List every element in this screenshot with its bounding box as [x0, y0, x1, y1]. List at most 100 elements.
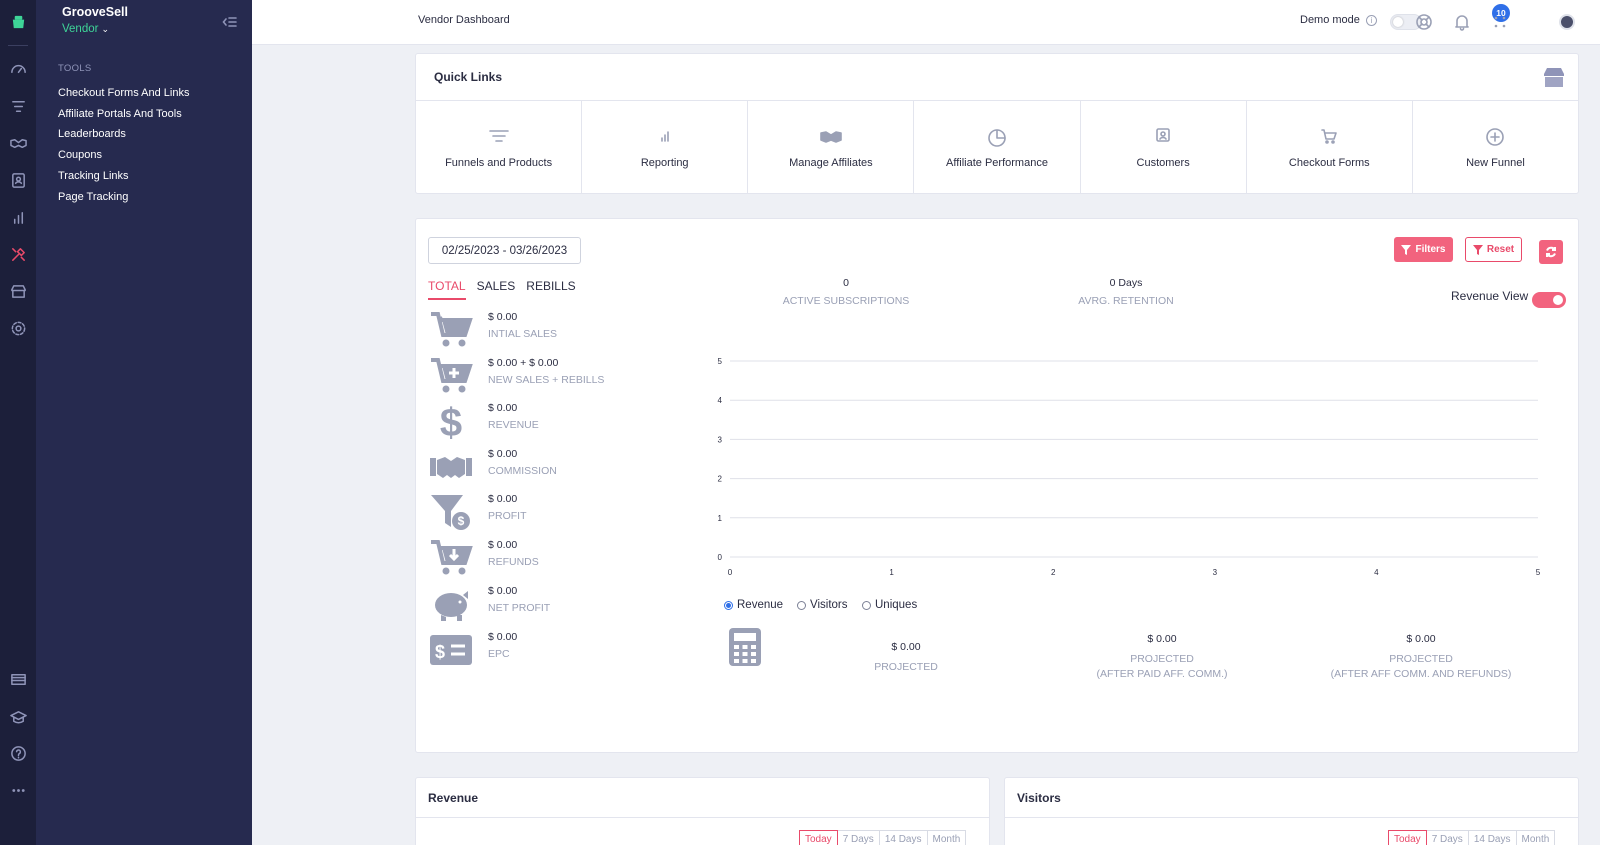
revenue-view-toggle[interactable]	[1532, 292, 1566, 308]
range-14-days[interactable]: 14 Days	[879, 830, 928, 845]
notification-bell-icon[interactable]	[1453, 13, 1471, 31]
cart-icon	[428, 311, 474, 349]
range-today[interactable]: Today	[799, 830, 838, 845]
app-brand: GrooveSell	[62, 5, 128, 19]
quick-link-checkout-forms[interactable]: Checkout Forms	[1247, 101, 1413, 194]
projection-label-group: PROJECTED (AFTER AFF COMM. AND REFUNDS)	[1316, 652, 1526, 682]
range-month[interactable]: Month	[927, 830, 967, 845]
funnel-list-icon[interactable]	[0, 95, 36, 117]
more-dots-icon[interactable]	[0, 779, 36, 801]
metric-value: $ 0.00	[488, 539, 518, 551]
refresh-icon	[1546, 246, 1556, 258]
quick-link-funnels[interactable]: Funnels and Products	[416, 101, 583, 194]
store-icon[interactable]	[1542, 66, 1566, 88]
role-label: Vendor	[62, 23, 99, 35]
radio-label: Visitors	[810, 599, 848, 611]
help-circle-icon[interactable]	[0, 742, 36, 764]
svg-text:$: $	[440, 402, 462, 440]
lifebuoy-support-icon[interactable]	[1415, 13, 1433, 31]
metric-label: REVENUE	[488, 419, 539, 431]
quick-link-reporting[interactable]: Reporting	[582, 101, 749, 194]
sidebar-item-coupons[interactable]: Coupons	[58, 149, 102, 161]
sidebar-item-page-tracking[interactable]: Page Tracking	[58, 191, 128, 203]
stat-value: 0 Days	[1109, 277, 1143, 289]
revenue-view-label: Revenue View	[1451, 289, 1529, 303]
range-7-days[interactable]: 7 Days	[1426, 830, 1469, 845]
metric-label: REFUNDS	[488, 556, 539, 568]
x-tick-label: 2	[1051, 568, 1056, 577]
role-switcher[interactable]: Vendor ⌄	[62, 23, 109, 35]
metric-label: INTIAL SALES	[488, 328, 558, 340]
y-tick-label: 1	[718, 514, 723, 523]
x-tick-label: 3	[1213, 568, 1218, 577]
tab-rebills[interactable]: REBILLS	[526, 279, 575, 300]
projection-value: $ 0.00	[891, 641, 921, 653]
store-icon[interactable]	[0, 280, 36, 302]
range-14-days[interactable]: 14 Days	[1468, 830, 1517, 845]
x-tick-label: 5	[1536, 568, 1541, 577]
user-avatar[interactable]	[1559, 14, 1575, 30]
range-7-days[interactable]: 7 Days	[837, 830, 880, 845]
revenue-panel-title: Revenue	[428, 791, 479, 805]
projection-label-group: PROJECTED (AFTER PAID AFF. COMM.)	[1072, 652, 1252, 682]
metric-value: $ 0.00	[488, 631, 518, 643]
apps-grid-icon[interactable]	[1491, 13, 1509, 31]
radio-label: Uniques	[875, 599, 918, 611]
quick-link-manage-affiliates[interactable]: Manage Affiliates	[748, 101, 915, 194]
settings-gear-icon[interactable]	[0, 317, 36, 339]
metric-new-sales-rebills: $ 0.00 + $ 0.00 NEW SALES + REBILLS	[428, 357, 648, 397]
sidebar-item-affiliate-portals[interactable]: Affiliate Portals And Tools	[58, 108, 182, 120]
quick-links-row: Funnels and Products Reporting Manage Af…	[416, 101, 1578, 194]
us-flag-icon[interactable]	[0, 668, 36, 690]
quick-link-label: New Funnel	[1466, 156, 1525, 169]
projection-value: $ 0.00	[1147, 633, 1177, 645]
sidebar-item-checkout-forms[interactable]: Checkout Forms And Links	[58, 87, 189, 99]
metric-refunds: $ 0.00 REFUNDS	[428, 539, 648, 579]
svg-text:$: $	[458, 514, 465, 528]
dashboard-gauge-icon[interactable]	[0, 57, 36, 79]
demo-mode: Demo mode i	[1300, 14, 1377, 26]
sidebar-item-tracking-links[interactable]: Tracking Links	[58, 170, 129, 182]
metric-label: NEW SALES + REBILLS	[488, 374, 605, 386]
metric-label: PROFIT	[488, 510, 527, 522]
stat-label: AVRG. RETENTION	[1078, 295, 1174, 307]
rail-divider	[8, 45, 28, 46]
radio-uniques[interactable]: Uniques	[862, 599, 917, 611]
info-icon[interactable]: i	[1365, 14, 1377, 26]
customer-icon	[1156, 127, 1170, 142]
radio-dot	[724, 600, 733, 610]
projection-value: $ 0.00	[1406, 633, 1436, 645]
projection-after-aff-refunds: $ 0.00 PROJECTED (AFTER AFF COMM. AND RE…	[1316, 633, 1526, 682]
tab-total[interactable]: TOTAL	[428, 279, 466, 300]
groovesell-logo-icon[interactable]	[0, 11, 36, 33]
cart-arrow-down-icon	[428, 539, 474, 577]
handshake-icon	[428, 448, 474, 486]
radio-visitors[interactable]: Visitors	[797, 599, 848, 611]
range-today[interactable]: Today	[1388, 830, 1427, 845]
demo-mode-label: Demo mode	[1300, 14, 1360, 26]
quick-link-label: Customers	[1136, 156, 1190, 169]
reset-button[interactable]: Reset	[1465, 237, 1522, 262]
piggy-bank-icon	[428, 585, 474, 623]
y-tick-label: 5	[718, 357, 723, 366]
metric-tabs: TOTAL SALES REBILLS	[428, 279, 576, 300]
graduation-cap-icon[interactable]	[0, 706, 36, 728]
customer-icon[interactable]	[0, 169, 36, 191]
date-range-picker[interactable]: 02/25/2023 - 03/26/2023	[428, 237, 581, 264]
tools-icon[interactable]	[0, 243, 36, 265]
radio-revenue[interactable]: Revenue	[724, 599, 783, 611]
handshake-icon[interactable]	[0, 132, 36, 154]
tools-heading: TOOLS	[58, 63, 92, 74]
quick-link-new-funnel[interactable]: New Funnel	[1413, 101, 1578, 194]
sidebar-item-leaderboards[interactable]: Leaderboards	[58, 128, 126, 140]
filters-button[interactable]: Filters	[1394, 237, 1453, 262]
bar-chart-icon[interactable]	[0, 206, 36, 228]
metric-epc: $ $ 0.00 EPC	[428, 631, 648, 671]
quick-link-customers[interactable]: Customers	[1081, 101, 1247, 194]
range-month[interactable]: Month	[1516, 830, 1556, 845]
y-tick-label: 2	[718, 475, 723, 484]
tab-sales[interactable]: SALES	[477, 279, 516, 300]
quick-link-affiliate-performance[interactable]: Affiliate Performance	[914, 101, 1081, 194]
refresh-button[interactable]	[1539, 240, 1563, 264]
collapse-sidebar-icon[interactable]	[222, 14, 238, 30]
